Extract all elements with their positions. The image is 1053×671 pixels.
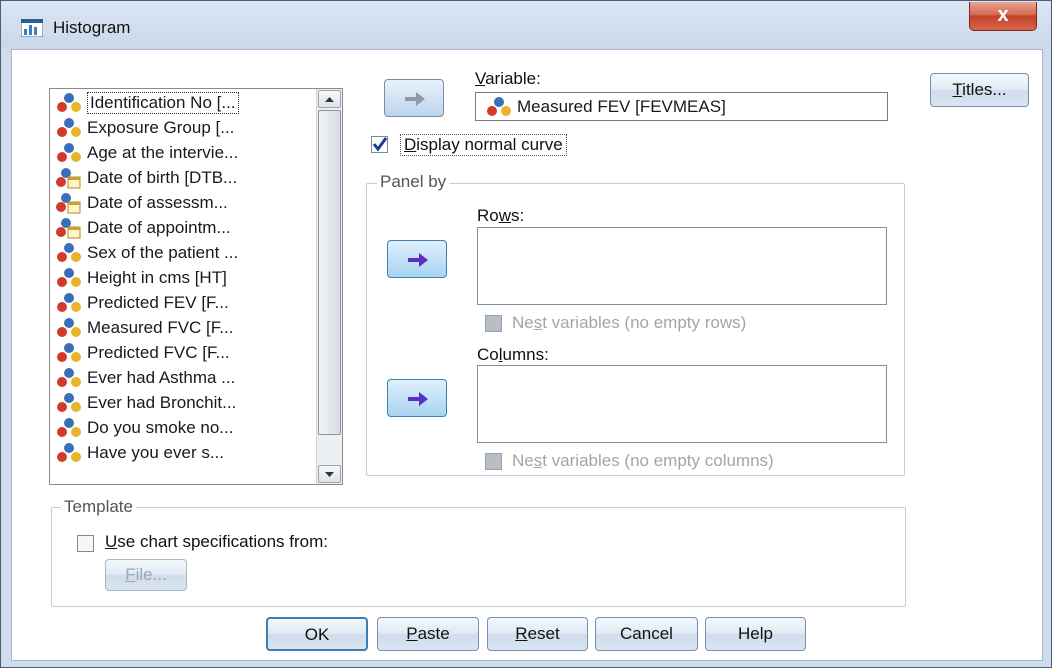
chevron-down-icon	[325, 472, 334, 477]
columns-label: Columns:	[477, 345, 549, 364]
variable-name: Date of birth [DTB...	[87, 168, 238, 187]
nest-rows-checkbox[interactable]	[485, 315, 502, 332]
nominal-variable-icon	[57, 343, 81, 362]
arrow-right-icon	[408, 253, 428, 267]
nest-columns-checkbox[interactable]	[485, 453, 502, 470]
nominal-variable-icon	[57, 393, 81, 412]
panel-by-title: Panel by	[377, 172, 450, 192]
nominal-variable-icon	[57, 268, 81, 287]
nominal-variable-icon	[57, 418, 81, 437]
list-item[interactable]: Have you ever s...	[56, 441, 224, 465]
date-variable-icon	[56, 168, 81, 189]
variable-name: Exposure Group [...	[87, 118, 235, 137]
nominal-variable-icon	[57, 318, 81, 337]
list-item[interactable]: Date of birth [DTB...	[56, 166, 237, 190]
close-icon: x	[997, 4, 1009, 26]
move-to-variable-button[interactable]	[384, 79, 444, 117]
variable-name: Do you smoke no...	[87, 418, 234, 437]
variable-name: Sex of the patient ...	[87, 243, 239, 262]
variable-name: Ever had Bronchit...	[87, 393, 237, 412]
help-button[interactable]: Help	[705, 617, 806, 651]
variable-label: Variable:	[475, 69, 541, 88]
titles-button[interactable]: Titles...	[930, 73, 1029, 107]
nest-rows-label: Nest variables (no empty rows)	[512, 313, 747, 332]
checkmark-icon	[372, 137, 388, 152]
display-normal-curve-label[interactable]: Display normal curve	[400, 134, 567, 156]
nominal-variable-icon	[57, 93, 81, 112]
list-item[interactable]: Age at the intervie...	[56, 141, 238, 165]
list-item[interactable]: Sex of the patient ...	[56, 241, 238, 265]
list-item[interactable]: Do you smoke no...	[56, 416, 233, 440]
variable-name: Have you ever s...	[87, 443, 225, 462]
move-to-columns-button[interactable]	[387, 379, 447, 417]
reset-button[interactable]: Reset	[487, 617, 588, 651]
list-item[interactable]: Identification No [...	[56, 91, 239, 115]
variable-name: Predicted FVC [F...	[87, 343, 230, 362]
variable-value: Measured FEV [FEVMEAS]	[517, 96, 726, 116]
variable-name: Date of appointm...	[87, 218, 231, 237]
variable-field[interactable]: Measured FEV [FEVMEAS]	[475, 92, 888, 121]
list-item[interactable]: Exposure Group [...	[56, 116, 234, 140]
variable-name: Measured FVC [F...	[87, 318, 234, 337]
use-chart-spec-checkbox[interactable]	[77, 535, 94, 552]
nominal-variable-icon	[57, 143, 81, 162]
rows-label: Rows:	[477, 206, 525, 225]
rows-list[interactable]	[477, 227, 887, 305]
chart-builder-icon	[21, 19, 43, 37]
date-variable-icon	[56, 218, 81, 239]
list-item[interactable]: Date of appointm...	[56, 216, 231, 240]
columns-list[interactable]	[477, 365, 887, 443]
close-button[interactable]: x	[969, 2, 1037, 31]
variable-name: Height in cms [HT]	[87, 268, 227, 287]
variable-name: Age at the intervie...	[87, 143, 239, 162]
template-group	[51, 507, 906, 607]
list-item[interactable]: Predicted FEV [F...	[56, 291, 229, 315]
ok-button[interactable]: OK	[266, 617, 368, 651]
arrow-right-icon	[405, 92, 425, 106]
list-item[interactable]: Ever had Asthma ...	[56, 366, 235, 390]
chevron-up-icon	[325, 97, 334, 102]
nominal-variable-icon	[57, 293, 81, 312]
variable-name: Identification No [...	[87, 92, 239, 114]
nominal-variable-icon	[487, 96, 511, 116]
display-normal-curve-checkbox[interactable]	[371, 136, 388, 153]
date-variable-icon	[56, 193, 81, 214]
use-chart-spec-label: Use chart specifications from:	[105, 532, 328, 551]
cancel-button[interactable]: Cancel	[595, 617, 698, 651]
window-title: Histogram	[53, 18, 131, 37]
list-item[interactable]: Height in cms [HT]	[56, 266, 227, 290]
title-bar: Histogram x	[1, 1, 1051, 49]
histogram-dialog: Histogram x Identification No [... Exposu…	[0, 0, 1052, 668]
scroll-up-button[interactable]	[318, 90, 341, 108]
nominal-variable-icon	[57, 368, 81, 387]
template-title: Template	[61, 497, 136, 517]
move-to-rows-button[interactable]	[387, 240, 447, 278]
list-item[interactable]: Date of assessm...	[56, 191, 228, 215]
nominal-variable-icon	[57, 118, 81, 137]
variable-name: Ever had Asthma ...	[87, 368, 236, 387]
file-button[interactable]: File...	[105, 559, 187, 591]
arrow-right-icon	[408, 392, 428, 406]
variable-name: Predicted FEV [F...	[87, 293, 229, 312]
variable-name: Date of assessm...	[87, 193, 228, 212]
nominal-variable-icon	[57, 443, 81, 462]
paste-button[interactable]: Paste	[377, 617, 479, 651]
list-item[interactable]: Ever had Bronchit...	[56, 391, 236, 415]
variable-list[interactable]: Identification No [... Exposure Group [..…	[49, 88, 343, 485]
nest-columns-label: Nest variables (no empty columns)	[512, 451, 774, 470]
list-item[interactable]: Measured FVC [F...	[56, 316, 233, 340]
variable-list-scrollbar[interactable]	[316, 89, 342, 484]
nominal-variable-icon	[57, 243, 81, 262]
scroll-thumb[interactable]	[318, 110, 341, 435]
list-item[interactable]: Predicted FVC [F...	[56, 341, 230, 365]
scroll-down-button[interactable]	[318, 465, 341, 483]
